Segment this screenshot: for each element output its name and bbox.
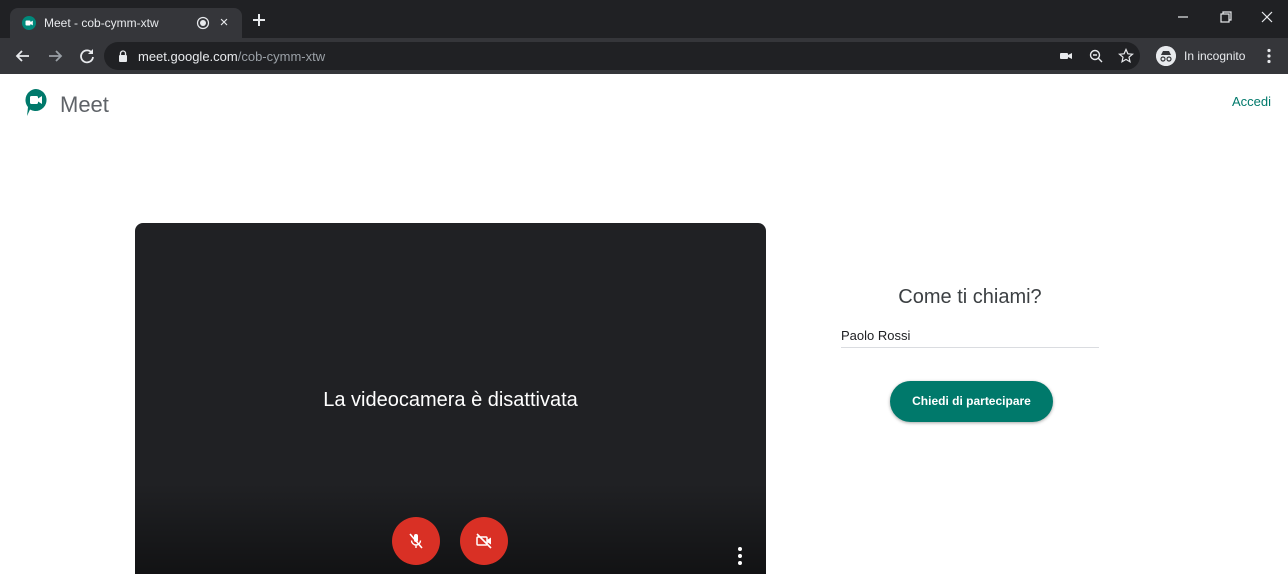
close-tab-icon[interactable]: ×: [216, 15, 232, 31]
audio-playing-icon: [196, 16, 210, 30]
camera-off-icon: [476, 533, 492, 549]
forward-icon[interactable]: [46, 47, 64, 65]
name-input[interactable]: [841, 326, 1099, 343]
camera-icon[interactable]: [1058, 48, 1074, 64]
minimize-icon[interactable]: [1166, 6, 1200, 28]
browser-menu-kebab-icon[interactable]: [1266, 48, 1272, 64]
controls-gradient: [135, 483, 766, 574]
meet-favicon: [22, 16, 36, 30]
address-bar[interactable]: meet.google.com/cob-cymm-xtw: [104, 42, 1140, 70]
url-path: /cob-cymm-xtw: [237, 49, 326, 64]
browser-tab-bar: Meet - cob-cymm-xtw ×: [0, 0, 1288, 38]
star-icon[interactable]: [1118, 48, 1134, 64]
meet-logo-icon: [25, 89, 47, 116]
browser-tab[interactable]: Meet - cob-cymm-xtw ×: [10, 8, 242, 38]
ask-to-join-button[interactable]: Chiedi di partecipare: [890, 381, 1053, 422]
incognito-icon: [1156, 46, 1176, 66]
tab-title: Meet - cob-cymm-xtw: [44, 16, 159, 30]
zoom-icon[interactable]: [1088, 48, 1104, 64]
window-close-icon[interactable]: [1250, 6, 1284, 28]
url-text: meet.google.com/cob-cymm-xtw: [138, 49, 325, 64]
mic-off-icon: [409, 533, 423, 549]
more-options-kebab-icon[interactable]: [737, 546, 743, 566]
reload-icon[interactable]: [78, 47, 96, 65]
mic-toggle-button[interactable]: [392, 517, 440, 565]
name-field[interactable]: [841, 326, 1099, 348]
restore-icon[interactable]: [1208, 6, 1242, 28]
camera-toggle-button[interactable]: [460, 517, 508, 565]
lock-icon: [119, 50, 127, 62]
video-preview: La videocamera è disattivata: [135, 223, 766, 574]
url-host: meet.google.com: [138, 49, 238, 64]
join-panel: Come ti chiami?: [841, 286, 1099, 348]
new-tab-plus-icon[interactable]: [250, 11, 268, 29]
browser-toolbar: meet.google.com/cob-cymm-xtw In incognit…: [0, 38, 1288, 74]
name-prompt-heading: Come ti chiami?: [898, 286, 1042, 308]
back-icon[interactable]: [14, 47, 32, 65]
app-name: Meet: [60, 92, 109, 117]
incognito-indicator[interactable]: In incognito: [1152, 43, 1256, 69]
camera-off-message: La videocamera è disattivata: [323, 389, 578, 411]
incognito-label: In incognito: [1184, 49, 1246, 63]
signin-link[interactable]: Accedi: [1232, 94, 1271, 109]
